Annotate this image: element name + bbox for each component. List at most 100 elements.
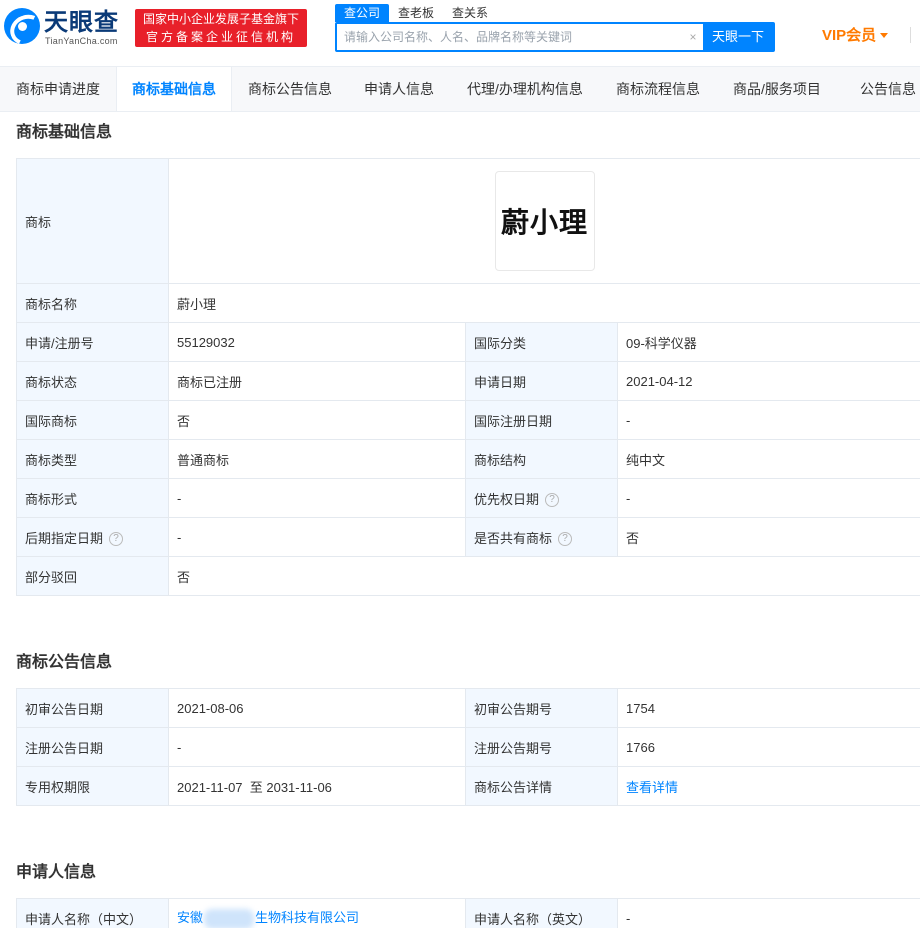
reg-no-label: 申请/注册号 (16, 322, 169, 362)
table-row: 商标状态 商标已注册 申请日期 2021-04-12 (16, 361, 920, 401)
type-label: 商标类型 (16, 439, 169, 479)
partial-reject-value: 否 (168, 556, 920, 596)
vip-label: VIP会员 (822, 27, 877, 44)
applicant-cn-suffix: 生物科技有限公司 (255, 910, 360, 926)
search-tab-relation[interactable]: 查关系 (443, 4, 497, 22)
tab-notice-info[interactable]: 公告信息 (838, 67, 920, 111)
shared-label: 是否共有商标 (474, 530, 553, 546)
trademark-name-value: 蔚小理 (168, 283, 920, 323)
table-row: 专用权期限 2021-11-07 至 2031-11-06 商标公告详情 查看详… (16, 766, 920, 806)
basic-info-title: 商标基础信息 (16, 124, 113, 141)
tab-process-info[interactable]: 商标流程信息 (600, 67, 716, 111)
trademark-label: 商标 (16, 158, 169, 284)
ann-detail-label: 商标公告详情 (465, 766, 618, 806)
shared-cell: 是否共有商标? (465, 517, 618, 557)
later-date-label: 后期指定日期 (25, 530, 104, 546)
intl-trademark-label: 国际商标 (16, 400, 169, 440)
table-row: 注册公告日期 - 注册公告期号 1766 (16, 727, 920, 767)
priority-date-cell: 优先权日期? (465, 478, 618, 518)
apply-date-value: 2021-04-12 (617, 361, 920, 401)
table-row: 初审公告日期 2021-08-06 初审公告期号 1754 (16, 688, 920, 728)
applicant-table: 申请人名称（中文） 安徽 生物科技有限公司 申请人名称（英文） - (16, 898, 920, 928)
help-icon[interactable]: ? (109, 532, 124, 547)
status-label: 商标状态 (16, 361, 169, 401)
announcement-table: 初审公告日期 2021-08-06 初审公告期号 1754 注册公告日期 - 注… (16, 688, 920, 806)
header: 天眼查 TianYanCha.com 国家中小企业发展子基金旗下 官方备案企业征… (0, 0, 920, 66)
tab-basic-info[interactable]: 商标基础信息 (116, 67, 232, 111)
search-tab-boss[interactable]: 查老板 (389, 4, 443, 22)
announcement-title: 商标公告信息 (16, 654, 113, 671)
intl-reg-date-label: 国际注册日期 (465, 400, 618, 440)
badge-line-1: 国家中小企业发展子基金旗下 (142, 12, 299, 26)
applicant-en-label: 申请人名称（英文） (465, 898, 618, 928)
official-badge: 国家中小企业发展子基金旗下 官方备案企业征信机构 (135, 9, 307, 47)
intl-reg-date-value: - (617, 400, 920, 440)
tab-goods-services[interactable]: 商品/服务项目 (716, 67, 838, 111)
structure-label: 商标结构 (465, 439, 618, 479)
trademark-image-cell: 蔚小理 (168, 158, 920, 284)
intl-class-value: 09-科学仪器 (617, 322, 920, 362)
table-row: 商标 蔚小理 (16, 158, 920, 284)
vip-menu[interactable]: VIP会员 (822, 26, 889, 46)
trademark-image-text: 蔚小理 (500, 207, 588, 238)
badge-line-2: 官方备案企业征信机构 (145, 30, 296, 44)
reg-ann-date-label: 注册公告日期 (16, 727, 169, 767)
status-value: 商标已注册 (168, 361, 466, 401)
logo-text: 天眼查 (44, 9, 119, 36)
table-row: 商标形式 - 优先权日期? - (16, 478, 920, 518)
table-row: 商标类型 普通商标 商标结构 纯中文 (16, 439, 920, 479)
table-row: 商标名称 蔚小理 (16, 283, 920, 323)
structure-value: 纯中文 (617, 439, 920, 479)
tab-agency-info[interactable]: 代理/办理机构信息 (450, 67, 600, 111)
applicant-title: 申请人信息 (16, 864, 97, 881)
later-date-value: - (168, 517, 466, 557)
logo[interactable]: 天眼查 TianYanCha.com (4, 8, 128, 48)
priority-date-label: 优先权日期 (474, 491, 540, 507)
table-row: 申请人名称（中文） 安徽 生物科技有限公司 申请人名称（英文） - (16, 898, 920, 928)
applicant-cn-cell: 安徽 生物科技有限公司 (168, 898, 466, 928)
partial-reject-label: 部分驳回 (16, 556, 169, 596)
prelim-date-label: 初审公告日期 (16, 688, 169, 728)
intl-trademark-value: 否 (168, 400, 466, 440)
form-value: - (168, 478, 466, 518)
table-row: 后期指定日期? - 是否共有商标? 否 (16, 517, 920, 557)
redacted-mask (204, 908, 255, 928)
search-tabs: 查公司 查老板 查关系 (335, 4, 497, 22)
term-value: 2021-11-07 至 2031-11-06 (168, 766, 466, 806)
search-input[interactable] (337, 24, 683, 50)
table-row: 申请/注册号 55129032 国际分类 09-科学仪器 (16, 322, 920, 362)
clear-icon[interactable]: × (683, 24, 703, 50)
applicant-cn-prefix: 安徽 (177, 910, 204, 926)
prelim-no-value: 1754 (617, 688, 920, 728)
search-tab-company[interactable]: 查公司 (335, 4, 390, 22)
applicant-cn-label: 申请人名称（中文） (16, 898, 169, 928)
applicant-cn-link[interactable]: 安徽 生物科技有限公司 (177, 908, 360, 928)
prelim-date-value: 2021-08-06 (168, 688, 466, 728)
help-icon[interactable]: ? (558, 532, 573, 547)
prelim-no-label: 初审公告期号 (465, 688, 618, 728)
basic-info-table: 商标 蔚小理 商标名称 蔚小理 申请/注册号 55129032 国际分类 09-… (16, 158, 920, 596)
section-nav: 商标申请进度 商标基础信息 商标公告信息 申请人信息 代理/办理机构信息 商标流… (0, 66, 920, 112)
reg-ann-no-label: 注册公告期号 (465, 727, 618, 767)
priority-date-value: - (617, 478, 920, 518)
shared-value: 否 (617, 517, 920, 557)
tab-applicant-info[interactable]: 申请人信息 (348, 67, 450, 111)
tab-announcement-info[interactable]: 商标公告信息 (232, 67, 348, 111)
apply-date-label: 申请日期 (465, 361, 618, 401)
ann-detail-cell: 查看详情 (617, 766, 920, 806)
help-icon[interactable]: ? (545, 493, 560, 508)
trademark-image[interactable]: 蔚小理 (494, 171, 595, 271)
search-button[interactable]: 天眼一下 (703, 24, 773, 50)
caret-down-icon (880, 32, 889, 38)
header-divider (910, 27, 911, 43)
intl-class-label: 国际分类 (465, 322, 618, 362)
applicant-en-value: - (617, 898, 920, 928)
form-label: 商标形式 (16, 478, 169, 518)
term-label: 专用权期限 (16, 766, 169, 806)
later-date-cell: 后期指定日期? (16, 517, 169, 557)
view-detail-link[interactable]: 查看详情 (626, 780, 678, 795)
search-box: × 天眼一下 (335, 22, 775, 52)
type-value: 普通商标 (168, 439, 466, 479)
tab-application-progress[interactable]: 商标申请进度 (0, 67, 116, 111)
logo-subtitle: TianYanCha.com (45, 36, 118, 46)
